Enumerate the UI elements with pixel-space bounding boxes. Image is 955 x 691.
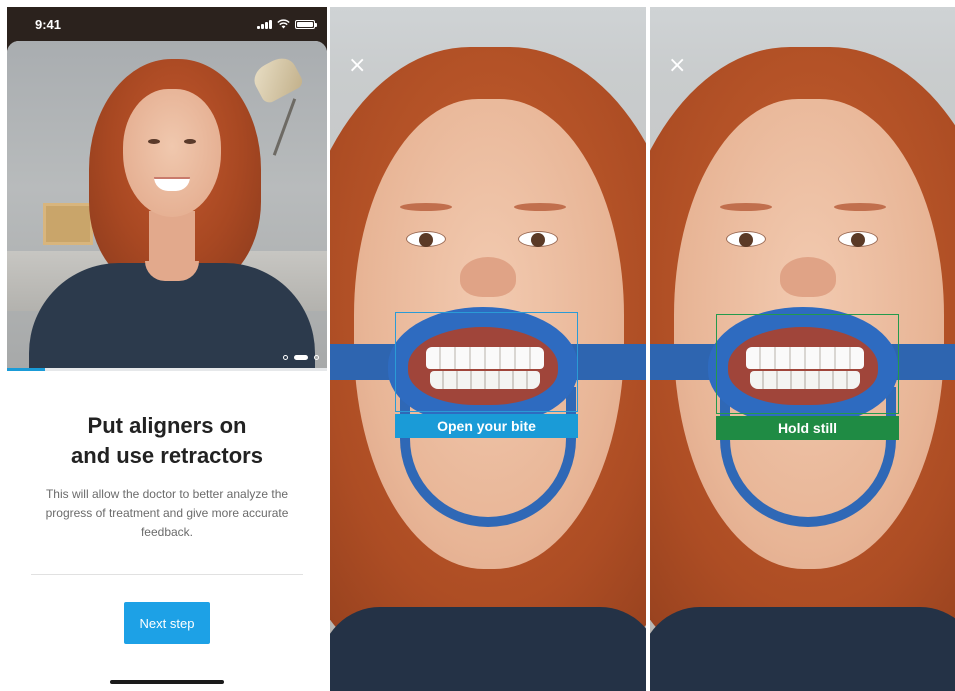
screens-collage: 9:41 Put aligners on and use retractors … bbox=[0, 0, 955, 691]
close-icon[interactable]: × bbox=[668, 55, 686, 77]
mouth-guide-frame bbox=[395, 312, 578, 412]
carousel-dot[interactable] bbox=[283, 355, 288, 360]
status-time: 9:41 bbox=[35, 17, 62, 32]
next-step-button[interactable]: Next step bbox=[124, 602, 210, 644]
wifi-icon bbox=[277, 19, 290, 29]
battery-icon bbox=[295, 20, 317, 29]
instruction-label: Hold still bbox=[716, 416, 899, 440]
carousel-dot[interactable] bbox=[314, 355, 319, 360]
hero-photo bbox=[7, 41, 327, 369]
status-bar: 9:41 bbox=[7, 7, 327, 43]
page-title: Put aligners on and use retractors bbox=[7, 411, 327, 471]
status-icons bbox=[257, 19, 317, 29]
title-line-1: Put aligners on bbox=[87, 413, 247, 438]
person-face bbox=[123, 89, 221, 217]
title-line-2: and use retractors bbox=[71, 443, 263, 468]
carousel-dots[interactable] bbox=[283, 355, 319, 360]
wall-picture bbox=[43, 203, 93, 245]
carousel-dot-active[interactable] bbox=[294, 355, 308, 360]
home-indicator[interactable] bbox=[110, 680, 224, 684]
camera-open-bite-screen: Open your bite × bbox=[330, 7, 646, 691]
instruction-label: Open your bite bbox=[395, 414, 578, 438]
onboarding-sheet: Put aligners on and use retractors This … bbox=[7, 41, 327, 691]
lamp bbox=[249, 52, 305, 106]
signal-icon bbox=[257, 19, 272, 29]
progress-track bbox=[7, 368, 327, 371]
progress-fill bbox=[7, 368, 46, 371]
divider bbox=[31, 574, 303, 575]
onboarding-screen: 9:41 Put aligners on and use retractors … bbox=[7, 7, 327, 691]
close-icon[interactable]: × bbox=[348, 55, 366, 77]
mouth-guide-frame bbox=[716, 314, 899, 414]
description-text: This will allow the doctor to better ana… bbox=[45, 487, 289, 539]
camera-hold-still-screen: Hold still × bbox=[650, 7, 955, 691]
